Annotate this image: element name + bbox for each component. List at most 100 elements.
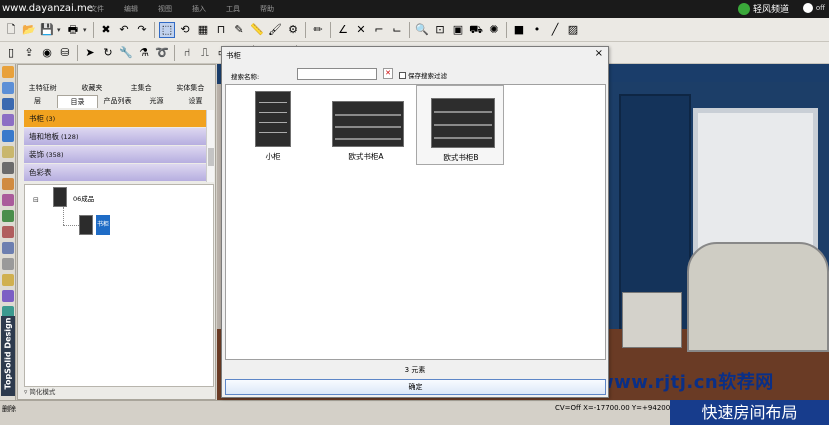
clear-search-button[interactable]: ✕ [383,68,393,79]
tape-icon[interactable]: ➰ [154,45,170,61]
save-filter-checkbox[interactable]: 保存搜索过滤 [399,70,447,80]
undo-icon[interactable]: ↶ [116,22,132,38]
wall-icon[interactable]: ▦ [195,22,211,38]
bookcase-thumbnail-icon[interactable] [79,215,93,235]
angle-x-icon[interactable]: ✕ [353,22,369,38]
chair-icon[interactable]: ⑁ [179,45,195,61]
extension-badge[interactable]: 轻风频道 [737,2,789,15]
light-icon[interactable]: ✺ [486,22,502,38]
toggle-label: off [815,4,825,12]
menu-help[interactable]: 帮助 [260,4,274,14]
export-icon[interactable]: ⇪ [21,45,37,61]
tool-icon[interactable] [2,178,14,190]
category-name: 装饰 [29,150,44,159]
chevron-down-icon[interactable]: ▾ [57,26,63,34]
redo-icon[interactable]: ↷ [134,22,150,38]
tool-icon[interactable] [2,226,14,238]
zoom-fit-icon[interactable]: ⊡ [432,22,448,38]
category-color-table[interactable]: 色彩表 [24,164,214,181]
result-item-small-cabinet[interactable]: 小柜 [229,85,317,165]
paint-icon[interactable]: 🖌 [267,22,283,38]
wrench-icon[interactable]: 🔧 [118,45,134,61]
tool-icon[interactable] [2,98,14,110]
category-wall-floor[interactable]: 墙和地板 (128) [24,128,214,145]
save-filter-label: 保存搜索过滤 [408,72,447,80]
tab-main-set[interactable]: 主集合 [117,82,166,95]
search-input[interactable] [297,68,377,80]
measure-icon[interactable]: 📏 [249,22,265,38]
tool-icon[interactable] [2,242,14,254]
magnet-icon[interactable]: ⊓ [213,22,229,38]
tab-settings[interactable]: 设置 [176,95,215,108]
tool-icon[interactable] [2,82,14,94]
car-icon[interactable]: ⛟ [468,22,484,38]
tool-icon[interactable] [2,274,14,286]
hatch-icon[interactable]: ▨ [565,22,581,38]
tool-icon[interactable] [2,130,14,142]
angle-icon[interactable]: ∠ [335,22,351,38]
pencil-icon[interactable]: ✏ [310,22,326,38]
tab-product-list[interactable]: 产品列表 [98,95,137,108]
ok-button[interactable]: 确定 [225,379,606,395]
result-item-bookcase-b[interactable]: 欧式书柜B [416,85,504,165]
new-page-icon[interactable]: ▯ [3,45,19,61]
collapse-icon[interactable]: ⊟ [33,196,39,204]
category-scrollbar[interactable] [206,110,214,182]
image-icon[interactable]: ▣ [450,22,466,38]
panel-tabs-row2: 层 目录 产品列表 光源 设置 [18,95,215,108]
paint-bucket-icon[interactable]: ⛁ [57,45,73,61]
new-file-icon[interactable]: 🗋 [3,22,19,38]
print-icon[interactable]: 🖶 [65,22,81,38]
tool-icon[interactable] [2,162,14,174]
menu-insert[interactable]: 插入 [192,4,206,14]
menu-tools[interactable]: 工具 [226,4,240,14]
category-bookcase[interactable]: 书柜 (3) [24,110,214,127]
tab-feature-tree[interactable]: 主特征树 [18,82,67,95]
category-decoration[interactable]: 装饰 (358) [24,146,214,163]
dot-icon[interactable]: • [529,22,545,38]
bend-icon[interactable]: ⌐ [371,22,387,38]
simplified-mode-toggle[interactable]: ▿ 简化模式 [24,386,55,396]
result-item-label: 欧式书柜A [348,152,384,161]
refresh-icon[interactable]: ↻ [100,45,116,61]
tab-catalog[interactable]: 目录 [57,95,98,108]
color-swatch-icon[interactable]: ■ [511,22,527,38]
tool-icon[interactable] [2,258,14,270]
draw-icon[interactable]: ✎ [231,22,247,38]
close-icon[interactable]: × [595,48,603,59]
tool-icon[interactable] [2,194,14,206]
tab-layers[interactable]: 层 [18,95,57,108]
settings-icon[interactable]: ⚙ [285,22,301,38]
scrollbar-thumb[interactable] [208,148,214,166]
toolbar-separator [154,21,155,38]
save-icon[interactable]: 💾 [39,22,55,38]
tool-icon[interactable] [2,66,14,78]
tool-icon[interactable] [2,210,14,222]
tree-root-label[interactable]: 06成品 [73,193,94,203]
toggle-switch[interactable]: off [802,3,825,13]
menu-file[interactable]: 文件 [90,4,104,14]
tab-favorites[interactable]: 收藏夹 [67,82,116,95]
tool-icon[interactable] [2,146,14,158]
tool-icon[interactable] [2,114,14,126]
bottle-icon[interactable]: ⚗ [136,45,152,61]
result-item-bookcase-a[interactable]: 欧式书柜A [322,85,410,165]
tab-entity-set[interactable]: 实体集合 [166,82,215,95]
disk-icon[interactable]: ◉ [39,45,55,61]
tree-leaf-label[interactable]: 书柜 [96,215,110,235]
chevron-down-icon[interactable]: ▾ [83,26,89,34]
view-rotate-icon[interactable]: ⟲ [177,22,193,38]
menu-edit[interactable]: 编辑 [124,4,138,14]
corner-icon[interactable]: ⌙ [389,22,405,38]
tool-icon[interactable] [2,290,14,302]
menu-view[interactable]: 视图 [158,4,172,14]
open-folder-icon[interactable]: 📂 [21,22,37,38]
delete-icon[interactable]: ✖ [98,22,114,38]
arrow-icon[interactable]: ➤ [82,45,98,61]
line-icon[interactable]: ╱ [547,22,563,38]
zoom-icon[interactable]: 🔍 [414,22,430,38]
blue-sofa-icon[interactable]: ⎍ [197,45,213,61]
tab-lights[interactable]: 光源 [137,95,176,108]
category-name: 色彩表 [29,168,52,177]
select-icon[interactable]: ⬚ [159,21,175,38]
